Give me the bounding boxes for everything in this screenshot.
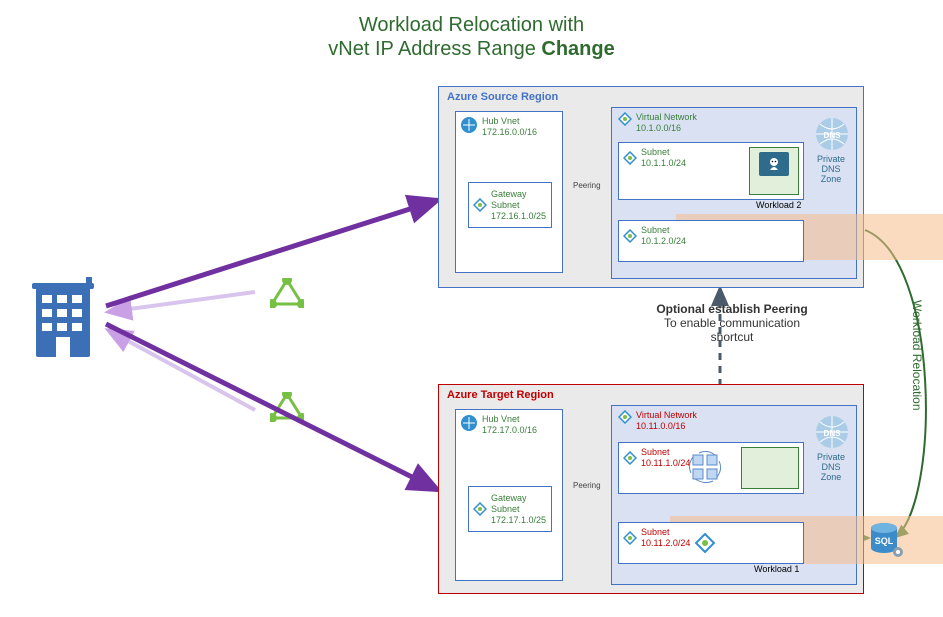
azure-target-region: Azure Target Region Hub Vnet172.17.0.0/1… [438,384,864,594]
resource-group-icon [689,451,723,485]
source-hub-vnet: Hub Vnet172.16.0.0/16 Gateway Subnet172.… [455,111,563,273]
vnet-icon [460,414,478,432]
target-subnet1-cidr: 10.11.1.0/24 [641,458,690,469]
diagram-stage: Workload Relocation with vNet IP Address… [0,0,943,617]
private-endpoint-icon [695,533,715,553]
source-subnet1-name: Subnet [641,147,686,158]
source-subnet1-cidr: 10.1.1.0/24 [641,158,686,169]
target-gateway-name: Gateway Subnet [491,493,547,515]
svg-text:DNS: DNS [824,429,842,438]
peering-icon [473,502,487,516]
target-dns-label: Private DNS Zone [810,452,852,482]
optional-peering-text: Optional establish Peering To enable com… [632,302,832,344]
target-hub-name: Hub Vnet [482,414,537,425]
workload-2-tile [749,147,799,195]
source-subnet-1: Subnet10.1.1.0/24 [618,142,804,200]
source-gateway-cidr: 172.16.1.0/25 [491,211,547,222]
peering-icon [618,410,632,424]
source-vnet-name: Virtual Network [636,112,697,123]
azure-source-region: Azure Source Region Hub Vnet172.16.0.0/1… [438,86,864,288]
target-gateway-subnet: Gateway Subnet172.17.1.0/25 [468,486,552,532]
linux-vm-icon [759,152,789,176]
optional-peering-bold: Optional establish Peering [632,302,832,316]
source-gateway-subnet: Gateway Subnet172.16.1.0/25 [468,182,552,228]
target-peering-label: Peering [573,481,601,490]
target-subnet-1: Subnet10.11.1.0/24 [618,442,804,494]
source-subnet-2: Subnet10.1.2.0/24 [618,220,804,262]
source-subnet2-cidr: 10.1.2.0/24 [641,236,686,247]
peering-icon [623,229,637,243]
target-vnet-cidr: 10.11.0.0/16 [636,421,697,432]
target-region-title: Azure Target Region [447,389,554,401]
workload-relocation-label: Workload Relocation [910,300,924,411]
target-gateway-cidr: 172.17.1.0/25 [491,515,547,526]
source-region-title: Azure Source Region [447,91,558,103]
target-hub-cidr: 172.17.0.0/16 [482,425,537,436]
source-subnet2-name: Subnet [641,225,686,236]
optional-peering-line1: To enable communication [632,316,832,330]
peering-icon [618,112,632,126]
svg-text:SQL: SQL [875,536,894,546]
target-virtual-network: Virtual Network10.11.0.0/16 DNS Private … [611,405,857,585]
sql-database-icon: SQL [866,520,906,560]
source-vnet-cidr: 10.1.0.0/16 [636,123,697,134]
peering-icon [623,531,637,545]
vnet-icon [460,116,478,134]
peering-icon [623,151,637,165]
source-gateway-name: Gateway Subnet [491,189,547,211]
target-workload1-label: Workload 1 [754,564,799,574]
target-subnet2-name: Subnet [641,527,690,538]
source-workload2-label: Workload 2 [756,200,801,210]
source-dns-label: Private DNS Zone [810,154,852,184]
dns-zone-icon: DNS [814,116,850,152]
target-hub-vnet: Hub Vnet172.17.0.0/16 Gateway Subnet172.… [455,409,563,581]
target-subnet2-cidr: 10.11.2.0/24 [641,538,690,549]
source-hub-cidr: 172.16.0.0/16 [482,127,537,138]
target-resource-tile [741,447,799,489]
peering-icon [473,198,487,212]
source-peering-label: Peering [573,181,601,190]
peering-icon [623,451,637,465]
target-subnet1-name: Subnet [641,447,690,458]
dns-zone-icon: DNS [814,414,850,450]
source-virtual-network: Virtual Network10.1.0.0/16 DNS Private D… [611,107,857,279]
source-hub-name: Hub Vnet [482,116,537,127]
svg-text:DNS: DNS [824,131,842,140]
target-subnet-2: Subnet10.11.2.0/24 [618,522,804,564]
optional-peering-line2: shortcut [632,330,832,344]
target-vnet-name: Virtual Network [636,410,697,421]
